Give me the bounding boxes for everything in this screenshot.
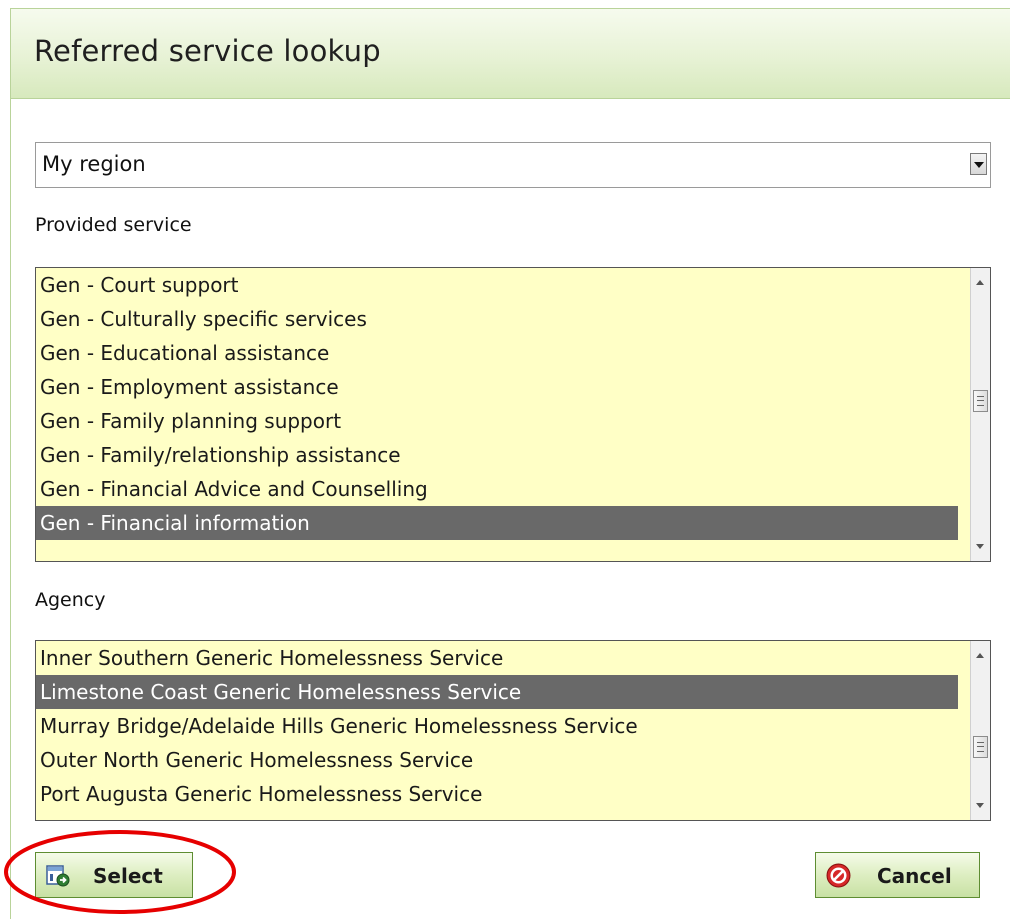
agency-list-scrollbar[interactable] bbox=[970, 641, 990, 820]
scroll-down-arrow-icon[interactable] bbox=[976, 803, 984, 808]
list-item[interactable]: Gen - Culturally specific services bbox=[36, 302, 958, 336]
select-record-icon bbox=[46, 865, 70, 887]
agency-listbox[interactable]: Inner Southern Generic Homelessness Serv… bbox=[35, 640, 991, 821]
region-select-value: My region bbox=[42, 152, 146, 176]
agency-label: Agency bbox=[35, 589, 106, 611]
cancel-button[interactable]: Cancel bbox=[815, 852, 980, 898]
region-select[interactable]: My region bbox=[35, 142, 991, 188]
list-item[interactable]: Inner Southern Generic Homelessness Serv… bbox=[36, 641, 958, 675]
dialog-title: Referred service lookup bbox=[34, 34, 381, 68]
list-item[interactable]: Gen - Court support bbox=[36, 268, 958, 302]
scroll-up-arrow-icon[interactable] bbox=[976, 653, 984, 658]
dialog-header: Referred service lookup bbox=[11, 9, 1010, 99]
cancel-button-label: Cancel bbox=[877, 864, 952, 888]
provided-service-listbox[interactable]: Gen - Court support Gen - Culturally spe… bbox=[35, 267, 991, 562]
list-item[interactable]: Limestone Coast Generic Homelessness Ser… bbox=[36, 675, 958, 709]
list-item[interactable]: Murray Bridge/Adelaide Hills Generic Hom… bbox=[36, 709, 958, 743]
scroll-thumb[interactable] bbox=[973, 736, 988, 758]
select-button[interactable]: Select bbox=[35, 852, 193, 898]
referred-service-lookup-dialog: Referred service lookup My region Provid… bbox=[10, 8, 1010, 919]
service-list-scrollbar[interactable] bbox=[970, 268, 990, 561]
scroll-up-arrow-icon[interactable] bbox=[976, 280, 984, 285]
select-button-label: Select bbox=[93, 864, 163, 888]
list-item[interactable]: Outer North Generic Homelessness Service bbox=[36, 743, 958, 777]
dropdown-arrow-icon[interactable] bbox=[970, 153, 987, 175]
list-item[interactable]: Gen - Financial Advice and Counselling bbox=[36, 472, 958, 506]
list-item[interactable]: Gen - Family planning support bbox=[36, 404, 958, 438]
provided-service-label: Provided service bbox=[35, 214, 192, 236]
scroll-thumb[interactable] bbox=[973, 390, 988, 412]
scroll-down-arrow-icon[interactable] bbox=[976, 544, 984, 549]
list-item[interactable]: Gen - Financial information bbox=[36, 506, 958, 540]
cancel-circle-icon bbox=[826, 863, 851, 888]
list-item[interactable]: Gen - Family/relationship assistance bbox=[36, 438, 958, 472]
list-item[interactable]: Gen - Educational assistance bbox=[36, 336, 958, 370]
list-item[interactable]: Gen - Employment assistance bbox=[36, 370, 958, 404]
list-item[interactable]: Port Augusta Generic Homelessness Servic… bbox=[36, 777, 958, 811]
